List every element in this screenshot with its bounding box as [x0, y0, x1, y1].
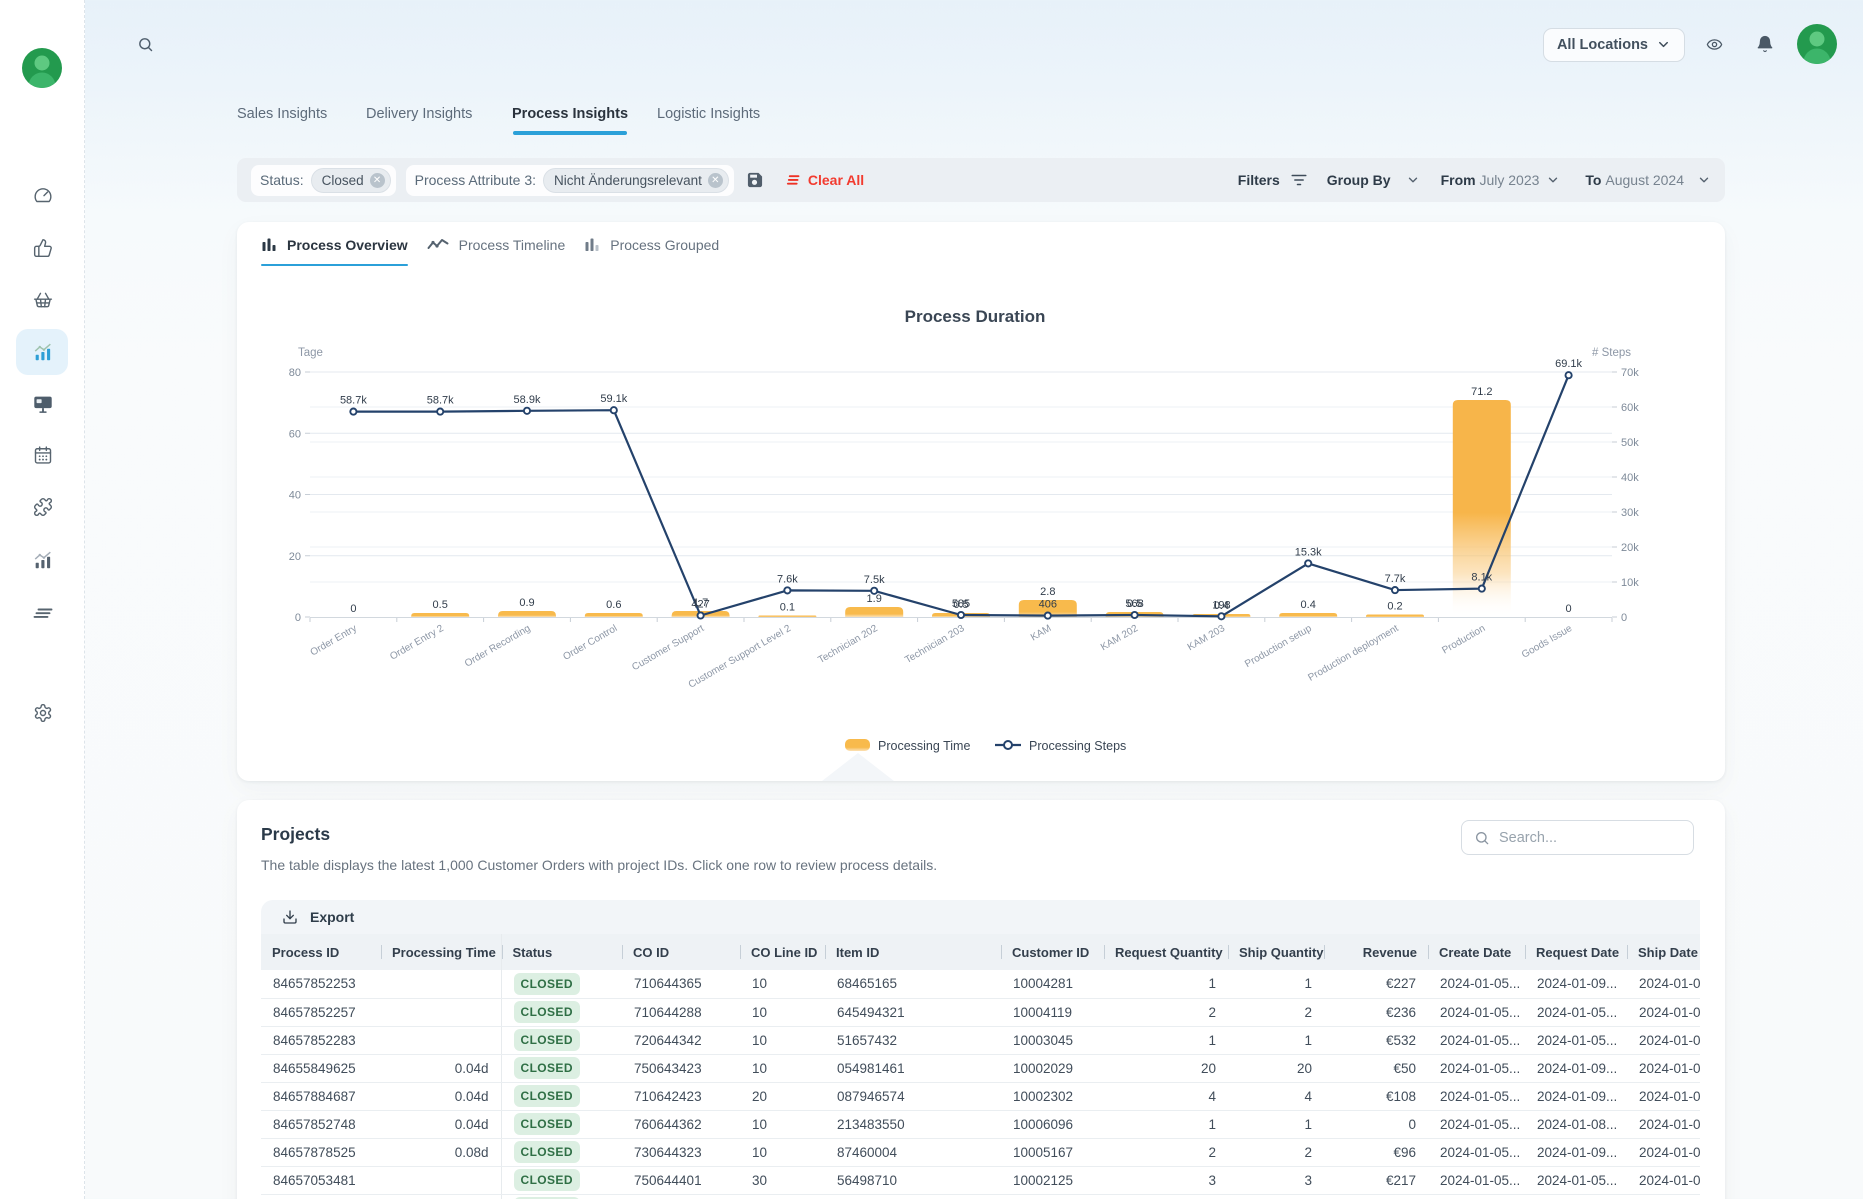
svg-text:40: 40	[289, 490, 301, 502]
svg-text:Order Recording: Order Recording	[463, 623, 533, 669]
svg-text:Order Entry: Order Entry	[309, 623, 359, 658]
svg-text:Order Control: Order Control	[561, 623, 619, 663]
svg-text:406: 406	[1039, 599, 1057, 611]
svg-text:20: 20	[289, 551, 301, 563]
svg-text:0: 0	[295, 612, 301, 624]
svg-text:0.2: 0.2	[1387, 601, 1402, 613]
svg-text:7.7k: 7.7k	[1385, 573, 1406, 585]
svg-text:Production setup: Production setup	[1243, 623, 1314, 670]
svg-text:Process Duration: Process Duration	[905, 307, 1046, 326]
svg-text:30k: 30k	[1621, 507, 1639, 519]
svg-text:Production deployment: Production deployment	[1306, 623, 1400, 684]
svg-text:427: 427	[691, 599, 709, 611]
svg-text:58.9k: 58.9k	[514, 394, 541, 406]
svg-text:Technician 203: Technician 203	[903, 623, 967, 666]
svg-text:0.4: 0.4	[1301, 599, 1316, 611]
svg-text:1.9: 1.9	[867, 593, 882, 605]
svg-text:58.7k: 58.7k	[427, 395, 454, 407]
svg-text:0.9: 0.9	[519, 597, 534, 609]
svg-text:7.6k: 7.6k	[777, 573, 798, 585]
svg-text:Production: Production	[1440, 623, 1487, 656]
svg-text:40k: 40k	[1621, 472, 1639, 484]
svg-text:Processing Time: Processing Time	[878, 739, 970, 753]
svg-text:0: 0	[1566, 603, 1572, 615]
svg-text:0.1: 0.1	[780, 602, 795, 614]
svg-text:Order Entry 2: Order Entry 2	[388, 623, 446, 663]
svg-text:2.8: 2.8	[1040, 586, 1055, 598]
svg-text:8.1k: 8.1k	[1471, 572, 1492, 584]
svg-text:70k: 70k	[1621, 367, 1639, 379]
svg-text:KAM: KAM	[1029, 623, 1053, 643]
svg-text:KAM 202: KAM 202	[1099, 623, 1141, 653]
svg-text:0.6: 0.6	[606, 599, 621, 611]
svg-text:69.1k: 69.1k	[1555, 358, 1582, 370]
svg-text:58.7k: 58.7k	[340, 395, 367, 407]
svg-text:60k: 60k	[1621, 402, 1639, 414]
svg-text:Tage: Tage	[298, 347, 323, 359]
svg-text:198: 198	[1212, 599, 1230, 611]
svg-text:0: 0	[1621, 612, 1627, 624]
svg-text:Goods Issue: Goods Issue	[1520, 623, 1575, 661]
svg-text:KAM 203: KAM 203	[1186, 623, 1228, 653]
svg-text:71.2: 71.2	[1471, 386, 1492, 398]
svg-text:15.3k: 15.3k	[1295, 546, 1322, 558]
svg-text:60: 60	[289, 428, 301, 440]
svg-text:50k: 50k	[1621, 437, 1639, 449]
svg-text:7.5k: 7.5k	[864, 574, 885, 586]
svg-text:59.1k: 59.1k	[600, 393, 627, 405]
svg-text:0.5: 0.5	[433, 599, 448, 611]
svg-text:10k: 10k	[1621, 577, 1639, 589]
svg-text:585: 585	[952, 598, 970, 610]
svg-text:568: 568	[1125, 598, 1143, 610]
svg-text:20k: 20k	[1621, 542, 1639, 554]
svg-text:Customer Support: Customer Support	[630, 623, 706, 673]
svg-text:# Steps: # Steps	[1592, 347, 1631, 359]
svg-text:Processing Steps: Processing Steps	[1029, 739, 1126, 753]
svg-text:80: 80	[289, 367, 301, 379]
svg-text:0: 0	[350, 603, 356, 615]
svg-text:Technician 202: Technician 202	[816, 623, 880, 666]
